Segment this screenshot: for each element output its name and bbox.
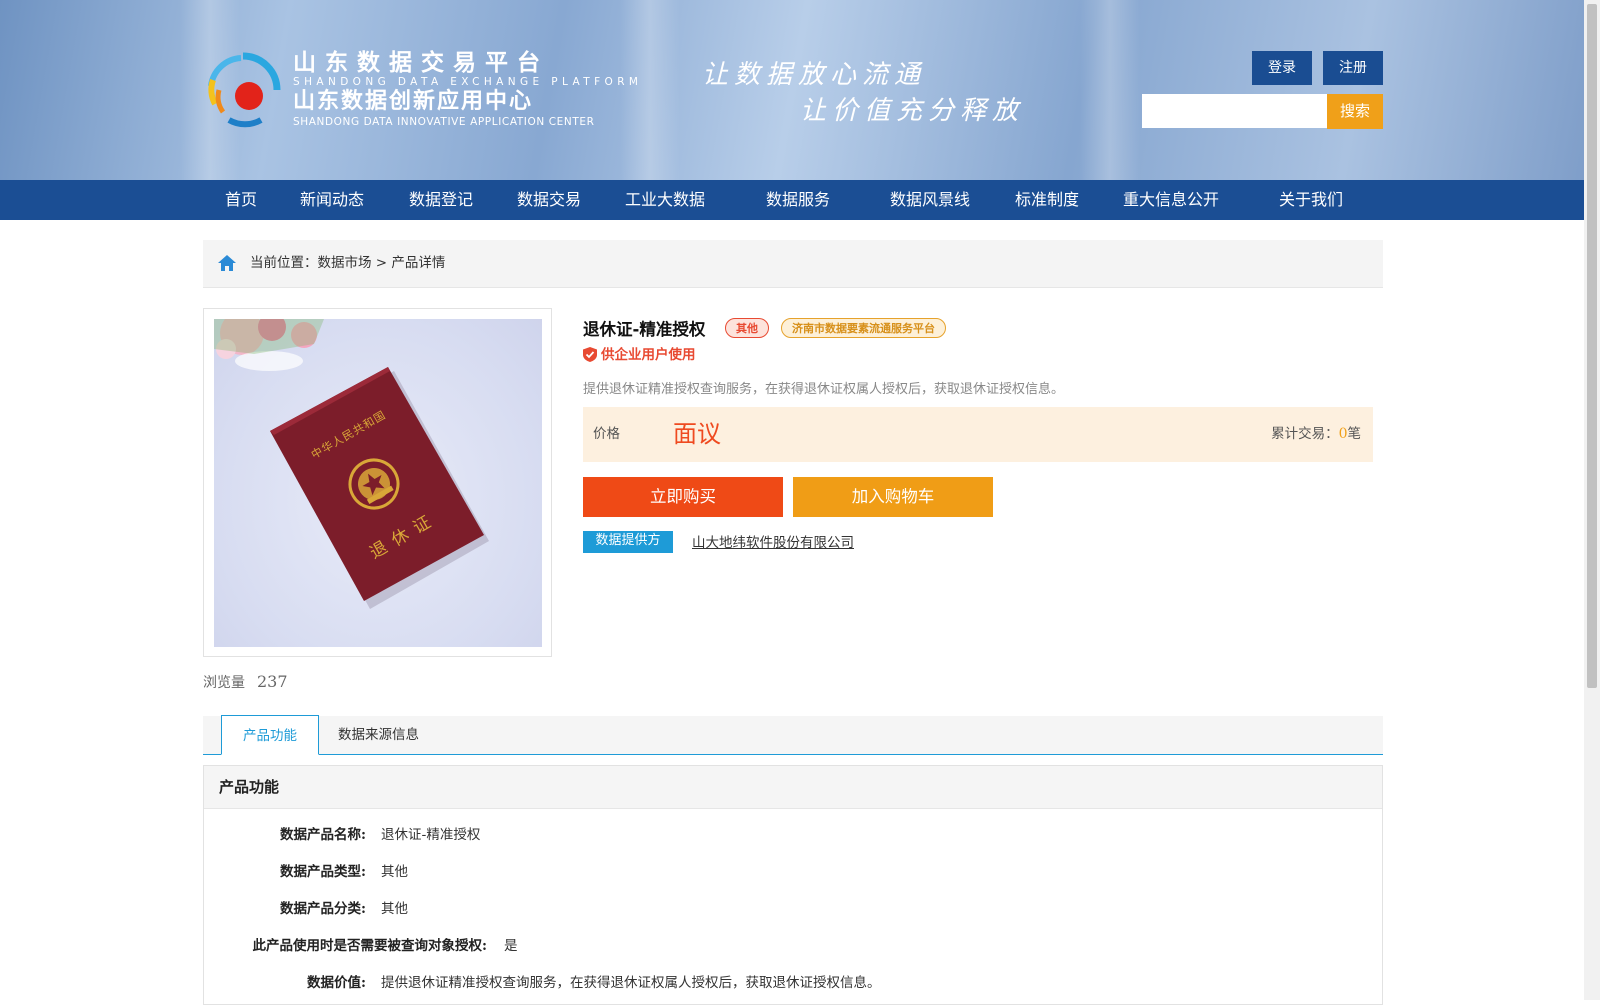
- breadcrumb-separator: >: [371, 255, 392, 271]
- vase-decoration: [235, 351, 303, 371]
- enterprise-usage-text: 供企业用户使用: [601, 347, 696, 363]
- view-count: 浏览量 237: [203, 672, 288, 692]
- product-features-section: 产品功能 数据产品名称: 退休证-精准授权 数据产品类型: 其他 数据产品分类:…: [203, 765, 1383, 1005]
- price-value: 面议: [673, 420, 721, 448]
- trade-count-prefix: 累计交易：: [1271, 426, 1339, 442]
- breadcrumb-current: 产品详情: [391, 255, 446, 271]
- section-header: 产品功能: [204, 766, 1382, 809]
- nav-item-disclosure[interactable]: 重大信息公开: [1123, 180, 1219, 220]
- nav-item-data-services[interactable]: 数据服务: [766, 180, 830, 220]
- logo-title-en: SHANDONG DATA EXCHANGE PLATFORM: [293, 76, 643, 88]
- trade-count-value: 0: [1338, 426, 1348, 442]
- field-row: 数据产品名称: 退休证-精准授权: [204, 820, 1382, 850]
- view-count-value: 237: [257, 672, 288, 691]
- nav-item-news[interactable]: 新闻动态: [300, 180, 364, 220]
- detail-tabs: 产品功能 数据来源信息: [203, 715, 1383, 755]
- login-button[interactable]: 登录: [1252, 51, 1312, 85]
- breadcrumb: 当前位置：数据市场 > 产品详情: [203, 240, 1383, 288]
- breadcrumb-text: 当前位置：数据市场 > 产品详情: [250, 240, 445, 287]
- product-title: 退休证-精准授权: [583, 320, 706, 339]
- nav-item-home[interactable]: 首页: [225, 180, 257, 220]
- field-label: 数据产品类型:: [280, 864, 366, 880]
- trade-count: 累计交易：0笔: [1271, 407, 1361, 462]
- search-input[interactable]: [1142, 94, 1327, 128]
- search-button[interactable]: 搜索: [1327, 94, 1383, 129]
- logo-icon[interactable]: [203, 50, 283, 130]
- product-image: 中华人民共和国 退休证: [214, 319, 542, 647]
- leaf-decoration: [214, 319, 324, 354]
- main-nav: 首页 新闻动态 数据登记 数据交易 工业大数据 数据服务 数据风景线 标准制度 …: [0, 180, 1584, 220]
- trade-count-unit: 笔: [1347, 426, 1362, 442]
- field-row: 数据产品类型: 其他: [204, 857, 1382, 887]
- price-box: 价格 面议 累计交易：0笔: [583, 407, 1373, 462]
- field-value: 退休证-精准授权: [381, 827, 481, 843]
- enterprise-usage-note: 供企业用户使用: [583, 343, 696, 363]
- home-icon[interactable]: [217, 254, 237, 272]
- add-to-cart-button[interactable]: 加入购物车: [793, 477, 993, 517]
- breadcrumb-link-market[interactable]: 数据市场: [318, 255, 372, 271]
- nav-item-standards[interactable]: 标准制度: [1015, 180, 1079, 220]
- field-label: 数据产品名称:: [280, 827, 366, 843]
- logo-text: 山东数据交易平台 SHANDONG DATA EXCHANGE PLATFORM…: [293, 50, 642, 128]
- buy-now-button[interactable]: 立即购买: [583, 477, 783, 517]
- header-stripe: [1080, 0, 1140, 180]
- site-header: 山东数据交易平台 SHANDONG DATA EXCHANGE PLATFORM…: [0, 0, 1584, 180]
- field-label: 数据价值:: [307, 975, 366, 991]
- nav-item-registration[interactable]: 数据登记: [409, 180, 473, 220]
- field-value: 提供退休证精准授权查询服务，在获得退休证权属人授权后，获取退休证授权信息。: [381, 975, 881, 991]
- field-label: 数据产品分类:: [280, 901, 366, 917]
- category-tag: 其他: [725, 318, 769, 338]
- page-scrollbar-thumb[interactable]: [1587, 4, 1597, 688]
- platform-tag: 济南市数据要素流通服务平台: [781, 318, 946, 338]
- retirement-certificate-image: 中华人民共和国 退休证: [214, 319, 489, 609]
- logo-subtitle-cn: 山东数据创新应用中心: [293, 89, 534, 114]
- nav-item-data-scenery[interactable]: 数据风景线: [890, 180, 970, 220]
- slogan-line-1: 让数据放心流通: [702, 60, 927, 90]
- field-value: 其他: [381, 864, 408, 880]
- product-description: 提供退休证精准授权查询服务，在获得退休证权属人授权后，获取退休证授权信息。: [583, 382, 1065, 397]
- product-image-frame: 中华人民共和国 退休证: [203, 308, 552, 657]
- provider-name-link[interactable]: 山大地纬软件股份有限公司: [692, 531, 854, 551]
- shield-check-icon: [583, 347, 597, 362]
- field-value: 是: [504, 938, 518, 954]
- field-row: 数据产品分类: 其他: [204, 894, 1382, 924]
- field-label: 此产品使用时是否需要被查询对象授权:: [252, 938, 487, 954]
- field-row: 此产品使用时是否需要被查询对象授权: 是: [204, 931, 1382, 961]
- tab-product-features[interactable]: 产品功能: [221, 715, 319, 755]
- nav-item-industrial-data[interactable]: 工业大数据: [625, 180, 705, 220]
- nav-item-about[interactable]: 关于我们: [1279, 180, 1343, 220]
- register-button[interactable]: 注册: [1323, 51, 1383, 85]
- slogan-line-2: 让价值充分释放: [800, 96, 1025, 126]
- view-count-label: 浏览量: [203, 675, 245, 691]
- logo-title-cn: 山东数据交易平台: [293, 50, 549, 76]
- section-title: 产品功能: [219, 778, 280, 796]
- breadcrumb-prefix: 当前位置：: [250, 255, 318, 271]
- tab-data-source[interactable]: 数据来源信息: [338, 716, 419, 754]
- provider-tag: 数据提供方: [583, 531, 673, 553]
- price-label: 价格: [593, 426, 620, 442]
- nav-item-trading[interactable]: 数据交易: [517, 180, 581, 220]
- field-row: 数据价值: 提供退休证精准授权查询服务，在获得退休证权属人授权后，获取退休证授权…: [204, 968, 1382, 998]
- logo-subtitle-en: SHANDONG DATA INNOVATIVE APPLICATION CEN…: [293, 116, 595, 128]
- field-value: 其他: [381, 901, 408, 917]
